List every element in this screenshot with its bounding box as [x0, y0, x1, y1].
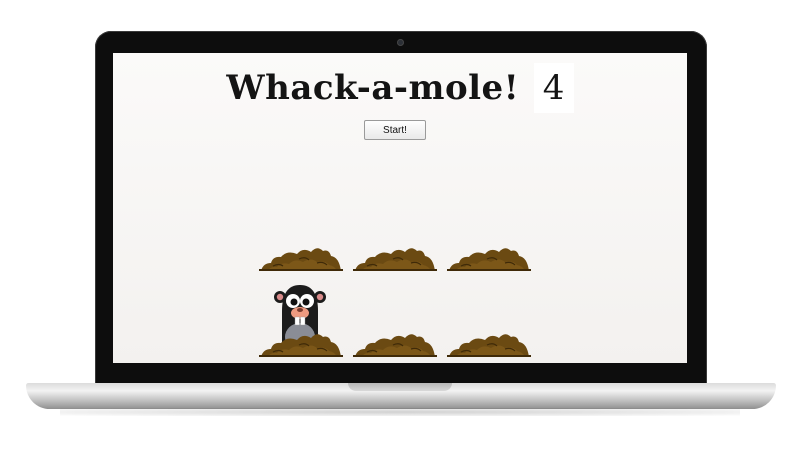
- dirt-mound-icon: [447, 248, 531, 271]
- mole-grid: [259, 211, 541, 357]
- laptop-notch: [348, 383, 452, 391]
- dirt-mound-icon: [353, 334, 437, 357]
- score-display: 4: [533, 63, 574, 113]
- dirt-mound-icon: [353, 248, 437, 271]
- mole-hole[interactable]: [447, 211, 531, 271]
- header: Whack-a-mole! 4: [113, 63, 687, 113]
- dirt-mound-icon: [259, 334, 343, 357]
- dirt-mound-icon: [447, 334, 531, 357]
- mole-hole[interactable]: [447, 297, 531, 357]
- mole-hole[interactable]: [259, 211, 343, 271]
- camera-icon: [397, 39, 404, 46]
- mole-hole[interactable]: [259, 285, 343, 357]
- game-screen: Whack-a-mole! 4 Start!: [113, 53, 687, 363]
- laptop-frame: Whack-a-mole! 4 Start!: [95, 31, 707, 389]
- dirt-mound-icon: [259, 248, 343, 271]
- laptop-shadow: [60, 408, 740, 416]
- mole-hole[interactable]: [353, 297, 437, 357]
- mole-hole[interactable]: [353, 211, 437, 271]
- start-button[interactable]: Start!: [364, 120, 426, 140]
- game-title: Whack-a-mole!: [226, 68, 520, 108]
- laptop-base: [26, 383, 776, 409]
